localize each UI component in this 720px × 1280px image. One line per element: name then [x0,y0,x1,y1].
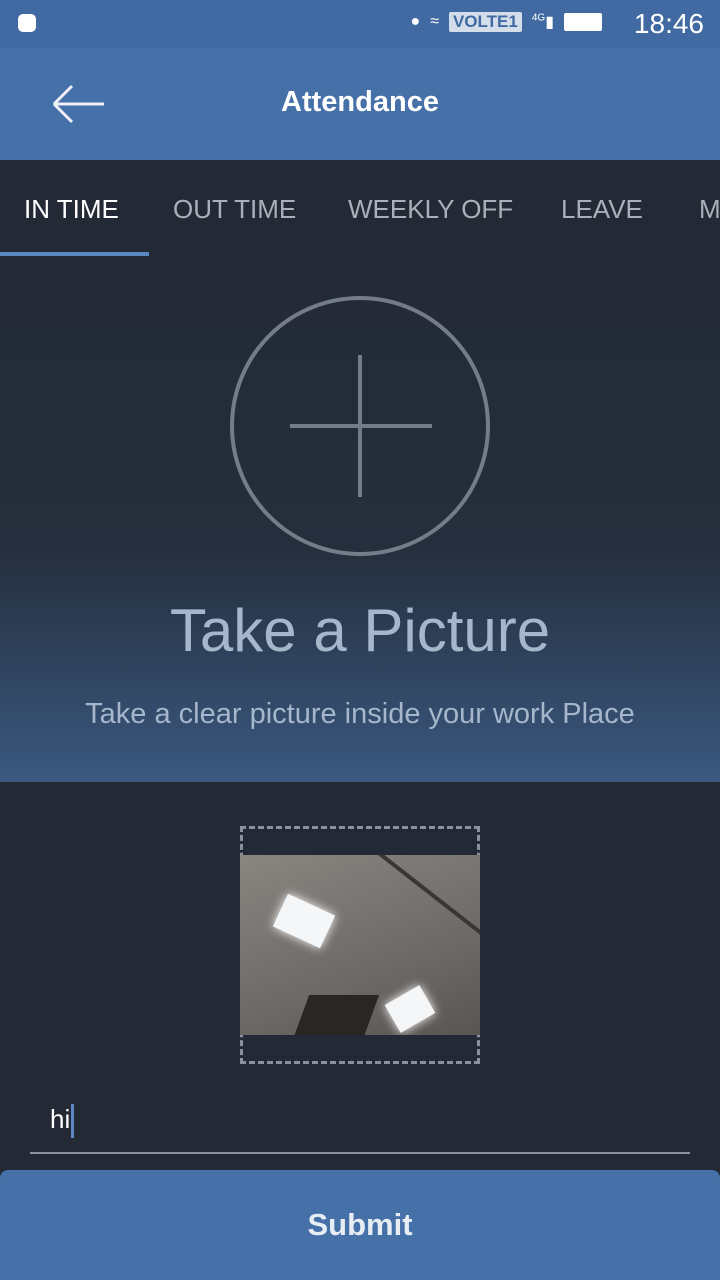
signal-icon: 4G▮ [531,12,554,31]
tab-out-time[interactable]: OUT TIME [173,194,296,225]
battery-icon [564,13,602,31]
remark-value: hi [50,1104,71,1134]
capture-section: Take a Picture Take a clear picture insi… [0,256,720,782]
text-caret [71,1104,75,1139]
volte-badge: VOLTE1 [448,12,522,32]
plus-circle-icon[interactable] [229,296,491,558]
app-bar: Attendance [0,48,720,160]
tab-more[interactable]: M [699,194,720,225]
remark-input[interactable]: hi [30,1092,690,1154]
location-icon: ● [410,13,421,30]
tab-weekly-off[interactable]: WEEKLY OFF [348,194,513,225]
tab-leave[interactable]: LEAVE [561,194,643,225]
android-icon [18,14,36,32]
tab-bar: IN TIME OUT TIME WEEKLY OFF LEAVE M [0,160,720,256]
captured-photo [240,855,480,1035]
capture-subtitle: Take a clear picture inside your work Pl… [85,698,635,730]
wifi-icon: ≈ [430,13,439,30]
page-title: Attendance [281,86,439,118]
capture-title: Take a Picture [169,597,551,664]
status-time: 18:46 [633,8,704,39]
tab-in-time[interactable]: IN TIME [24,194,119,225]
submit-button[interactable]: Submit [0,1170,720,1280]
status-bar: ● ≈ VOLTE1 4G▮ 18:46 [0,0,720,48]
